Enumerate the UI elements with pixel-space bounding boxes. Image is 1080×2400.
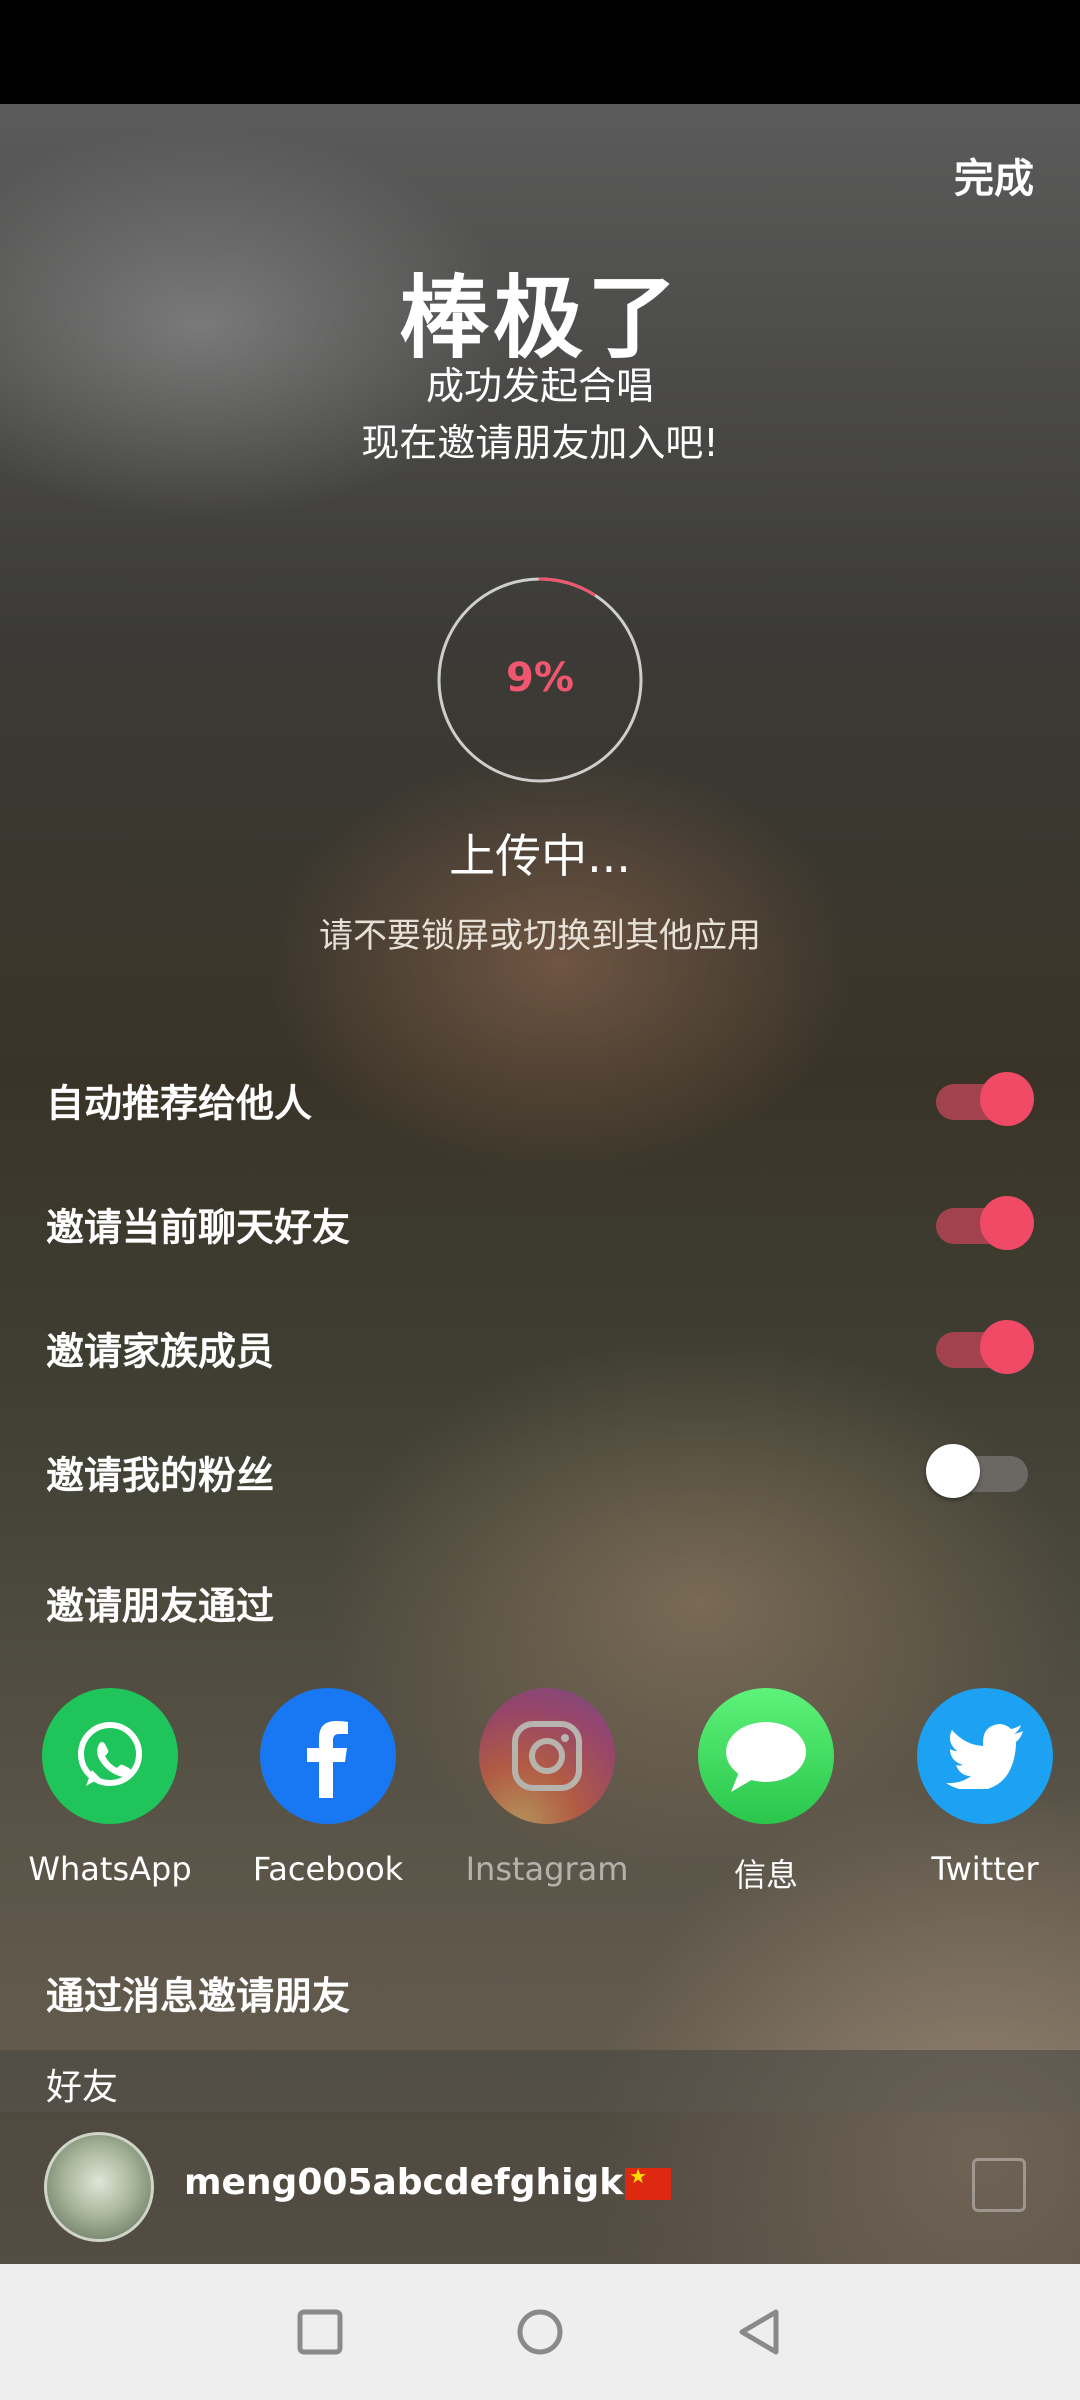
home-icon[interactable] xyxy=(512,2304,568,2360)
invite-via-title: 邀请朋友通过 xyxy=(46,1584,275,1628)
invite-fans-toggle[interactable] xyxy=(926,1444,1034,1500)
share-messages[interactable]: 信息 xyxy=(666,1688,866,1896)
share-label: Facebook xyxy=(252,1850,404,1888)
share-whatsapp[interactable]: WhatsApp xyxy=(10,1688,210,1888)
share-facebook[interactable]: Facebook xyxy=(228,1688,428,1888)
toggle-label: 邀请当前聊天好友 xyxy=(46,1205,351,1250)
friends-header: 好友 xyxy=(0,2050,1080,2112)
toggle-label: 邀请我的粉丝 xyxy=(46,1453,275,1498)
china-flag-icon xyxy=(625,2164,672,2200)
toggle-knob xyxy=(926,1444,980,1498)
friend-name-text: meng005abcdefghigk xyxy=(184,2162,624,2203)
facebook-icon xyxy=(260,1688,396,1824)
toggle-label: 邀请家族成员 xyxy=(46,1329,275,1374)
friends-header-label: 好友 xyxy=(46,2067,119,2108)
upload-warning: 请不要锁屏或切换到其他应用 xyxy=(319,916,761,956)
message-icon xyxy=(698,1688,834,1824)
avatar xyxy=(44,2132,154,2242)
upload-progress-text: 9% xyxy=(506,655,574,701)
toggle-row-invite-family: 邀请家族成员 xyxy=(0,1286,1080,1410)
friend-select-checkbox[interactable] xyxy=(972,2158,1026,2212)
toggle-knob xyxy=(980,1320,1034,1374)
toggle-row-auto-recommend: 自动推荐给他人 xyxy=(0,1038,1080,1162)
toggle-row-invite-chat-friends: 邀请当前聊天好友 xyxy=(0,1162,1080,1286)
status-bar xyxy=(0,0,1080,104)
whatsapp-icon xyxy=(42,1688,178,1824)
toggle-label: 自动推荐给他人 xyxy=(46,1081,313,1126)
friend-row[interactable]: meng005abcdefghigk xyxy=(0,2112,1080,2264)
toggle-knob xyxy=(980,1196,1034,1250)
instagram-icon xyxy=(479,1688,615,1824)
share-label: Twitter xyxy=(931,1850,1039,1888)
system-nav-bar xyxy=(0,2264,1080,2400)
toggle-knob xyxy=(980,1072,1034,1126)
invite-chat-friends-toggle[interactable] xyxy=(930,1196,1034,1252)
subtitle-line-2: 现在邀请朋友加入吧! xyxy=(361,421,719,465)
recent-apps-icon[interactable] xyxy=(292,2304,348,2360)
auto-recommend-toggle[interactable] xyxy=(930,1072,1034,1128)
done-button[interactable]: 完成 xyxy=(954,146,1034,204)
share-instagram[interactable]: Instagram xyxy=(447,1688,647,1888)
twitter-icon xyxy=(917,1688,1053,1824)
share-label: WhatsApp xyxy=(28,1850,192,1888)
subtitle-line-1: 成功发起合唱 xyxy=(425,364,654,408)
invite-by-message-title: 通过消息邀请朋友 xyxy=(46,1974,351,2018)
back-icon[interactable] xyxy=(732,2304,788,2360)
upload-status: 上传中... xyxy=(449,829,631,883)
invite-family-toggle[interactable] xyxy=(930,1320,1034,1376)
toggle-row-invite-fans: 邀请我的粉丝 xyxy=(0,1410,1080,1534)
friend-name: meng005abcdefghigk xyxy=(184,2162,672,2203)
share-twitter[interactable]: Twitter xyxy=(885,1688,1080,1888)
share-label: 信息 xyxy=(733,1856,798,1894)
share-label: Instagram xyxy=(465,1850,629,1888)
